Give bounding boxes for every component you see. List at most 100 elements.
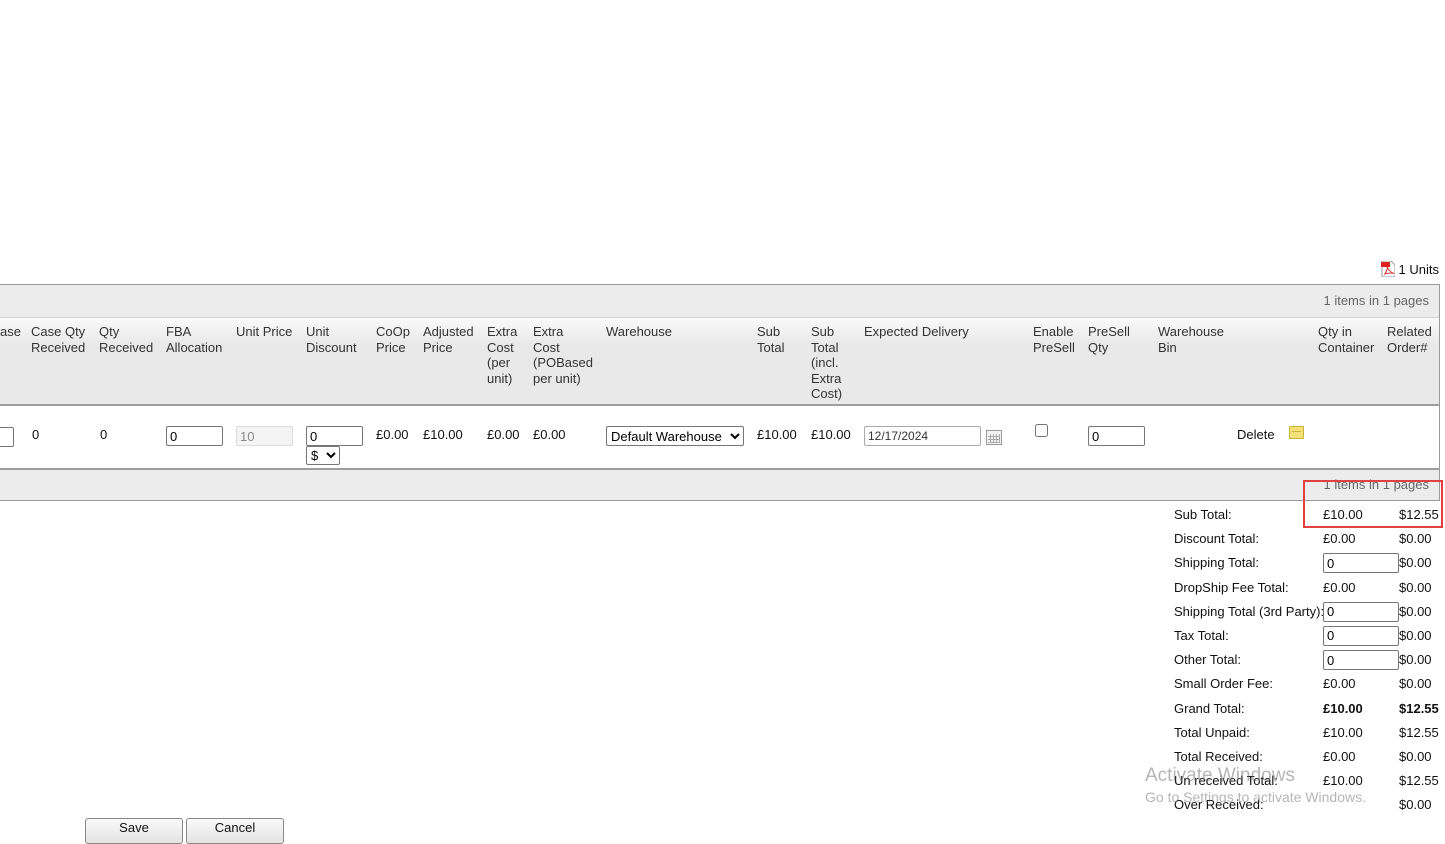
total-row-shipping-3rd-party: Shipping Total (3rd Party): $0.00: [1174, 600, 1445, 624]
cancel-button[interactable]: Cancel: [186, 818, 284, 844]
notes-icon[interactable]: [1289, 426, 1304, 439]
total-row-discount: Discount Total: £0.00 $0.00: [1174, 527, 1445, 551]
total-gbp: £0.00: [1323, 579, 1356, 595]
units-label: 1 Units: [1398, 261, 1439, 277]
total-usd: $0.00: [1399, 579, 1432, 595]
total-row-other: Other Total: $0.00: [1174, 648, 1445, 672]
total-row-grand-total: Grand Total: £10.00 $12.55: [1174, 697, 1445, 721]
total-gbp: £0.00: [1323, 748, 1356, 764]
pdf-export-icon[interactable]: [1380, 261, 1395, 277]
col-sub-total-incl[interactable]: Sub Total (incl. Extra Cost): [811, 324, 842, 402]
total-row-dropship-fee: DropShip Fee Total: £0.00 $0.00: [1174, 576, 1445, 600]
total-usd: $0.00: [1399, 531, 1432, 547]
calendar-icon[interactable]: [986, 430, 1002, 445]
save-button[interactable]: Save: [85, 818, 183, 844]
col-extra-cost-po[interactable]: Extra Cost (POBased per unit): [533, 324, 593, 386]
total-row-sub-total: Sub Total: £10.00 $12.55: [1174, 503, 1445, 527]
qty-received: 0: [100, 427, 108, 442]
total-usd: $12.55: [1399, 773, 1439, 789]
total-row-shipping: Shipping Total: $0.00: [1174, 551, 1445, 575]
col-unit-discount[interactable]: Unit Discount: [306, 324, 357, 355]
col-unit-price[interactable]: Unit Price: [236, 324, 292, 340]
total-usd: $0.00: [1399, 652, 1432, 668]
total-row-over-received: Over Received: $0.00: [1174, 793, 1445, 817]
unit-discount-input[interactable]: [306, 426, 363, 446]
tax-total-input[interactable]: [1323, 625, 1399, 646]
col-qty-received[interactable]: Qty Received: [99, 324, 153, 355]
adjusted-price: £10.00: [423, 427, 463, 442]
total-row-tax: Tax Total: $0.00: [1174, 624, 1445, 648]
total-label: Shipping Total:: [1174, 555, 1260, 571]
units-summary: 1 Units: [1380, 261, 1439, 277]
total-label: Over Received:: [1174, 797, 1264, 813]
col-related-order[interactable]: Related Order#: [1387, 324, 1432, 355]
total-label: Un received Total:: [1174, 773, 1278, 789]
col-extra-cost-unit[interactable]: Extra Cost (per unit): [487, 324, 517, 386]
total-label: Total Unpaid:: [1174, 724, 1250, 740]
total-label: DropShip Fee Total:: [1174, 579, 1289, 595]
col-expected-delivery[interactable]: Expected Delivery: [864, 324, 969, 340]
pager-top: 1 items in 1 pages: [0, 285, 1439, 318]
total-usd: $12.55: [1399, 724, 1439, 740]
total-gbp: £10.00: [1323, 507, 1363, 522]
col-case[interactable]: ase: [0, 324, 21, 340]
total-gbp: £10.00: [1323, 700, 1363, 716]
shipping-total-input[interactable]: [1323, 553, 1399, 574]
col-warehouse[interactable]: Warehouse: [606, 324, 672, 340]
col-presell-qty[interactable]: PreSell Qty: [1088, 324, 1130, 355]
fba-allocation-input[interactable]: [166, 426, 223, 446]
expected-delivery-input[interactable]: [864, 426, 981, 446]
total-gbp: £10.00: [1323, 724, 1363, 740]
total-usd: $0.00: [1399, 603, 1432, 619]
total-usd: $12.55: [1399, 507, 1439, 522]
total-usd: $0.00: [1399, 627, 1432, 643]
total-usd: $0.00: [1399, 797, 1432, 813]
total-label: Sub Total:: [1174, 507, 1232, 522]
sub-total: £10.00: [757, 427, 797, 442]
total-label: Small Order Fee:: [1174, 676, 1273, 692]
total-label: Tax Total:: [1174, 627, 1229, 643]
col-warehouse-bin[interactable]: Warehouse Bin: [1158, 324, 1224, 355]
total-row-unpaid: Total Unpaid: £10.00 $12.55: [1174, 721, 1445, 745]
pager-bottom: 1 items in 1 pages: [0, 470, 1439, 500]
case-qty-received: 0: [32, 427, 40, 442]
total-gbp: £0.00: [1323, 531, 1356, 547]
other-total-input[interactable]: [1323, 650, 1399, 671]
presell-qty-input[interactable]: [1088, 426, 1145, 446]
col-qty-in-container[interactable]: Qty in Container: [1318, 324, 1374, 355]
total-row-small-order-fee: Small Order Fee: £0.00 $0.00: [1174, 672, 1445, 696]
col-adjusted-price[interactable]: Adjusted Price: [423, 324, 474, 355]
total-label: Shipping Total (3rd Party):: [1174, 603, 1325, 619]
total-label: Grand Total:: [1174, 700, 1245, 716]
extra-cost-po: £0.00: [533, 427, 566, 442]
total-usd: $0.00: [1399, 748, 1432, 764]
col-coop-price[interactable]: CoOp Price: [376, 324, 410, 355]
col-case-qty-received[interactable]: Case Qty Received: [31, 324, 85, 355]
totals-panel: Sub Total: £10.00 $12.55 Discount Total:…: [1174, 503, 1445, 817]
total-row-received: Total Received: £0.00 $0.00: [1174, 745, 1445, 769]
total-gbp: £0.00: [1323, 676, 1356, 692]
total-label: Discount Total:: [1174, 531, 1260, 547]
total-row-unreceived: Un received Total: £10.00 $12.55: [1174, 769, 1445, 793]
warehouse-select[interactable]: Default Warehouse: [606, 426, 744, 446]
delete-link[interactable]: Delete: [1237, 427, 1275, 442]
discount-currency-select[interactable]: $: [306, 446, 340, 465]
po-items-grid: 1 items in 1 pages ase Case Qty Received …: [0, 284, 1440, 501]
total-usd: $0.00: [1399, 676, 1432, 692]
total-gbp: £10.00: [1323, 773, 1363, 789]
col-fba-allocation[interactable]: FBA Allocation: [166, 324, 222, 355]
table-row: 0 0 $ £0.00 £10.00 £0.00 £0.00 Default W…: [0, 406, 1439, 470]
col-sub-total[interactable]: Sub Total: [757, 324, 784, 355]
coop-price: £0.00: [376, 427, 409, 442]
total-usd: $12.55: [1399, 700, 1439, 716]
total-label: Other Total:: [1174, 652, 1241, 668]
col-enable-presell[interactable]: Enable PreSell: [1033, 324, 1075, 355]
sub-total-incl: £10.00: [811, 427, 851, 442]
extra-cost-unit: £0.00: [487, 427, 520, 442]
total-usd: $0.00: [1399, 555, 1432, 571]
enable-presell-checkbox[interactable]: [1035, 424, 1048, 437]
unit-price-input: [236, 426, 293, 446]
case-input[interactable]: [0, 427, 14, 447]
total-label: Total Received:: [1174, 748, 1263, 764]
shipping-3rd-party-input[interactable]: [1323, 601, 1399, 622]
